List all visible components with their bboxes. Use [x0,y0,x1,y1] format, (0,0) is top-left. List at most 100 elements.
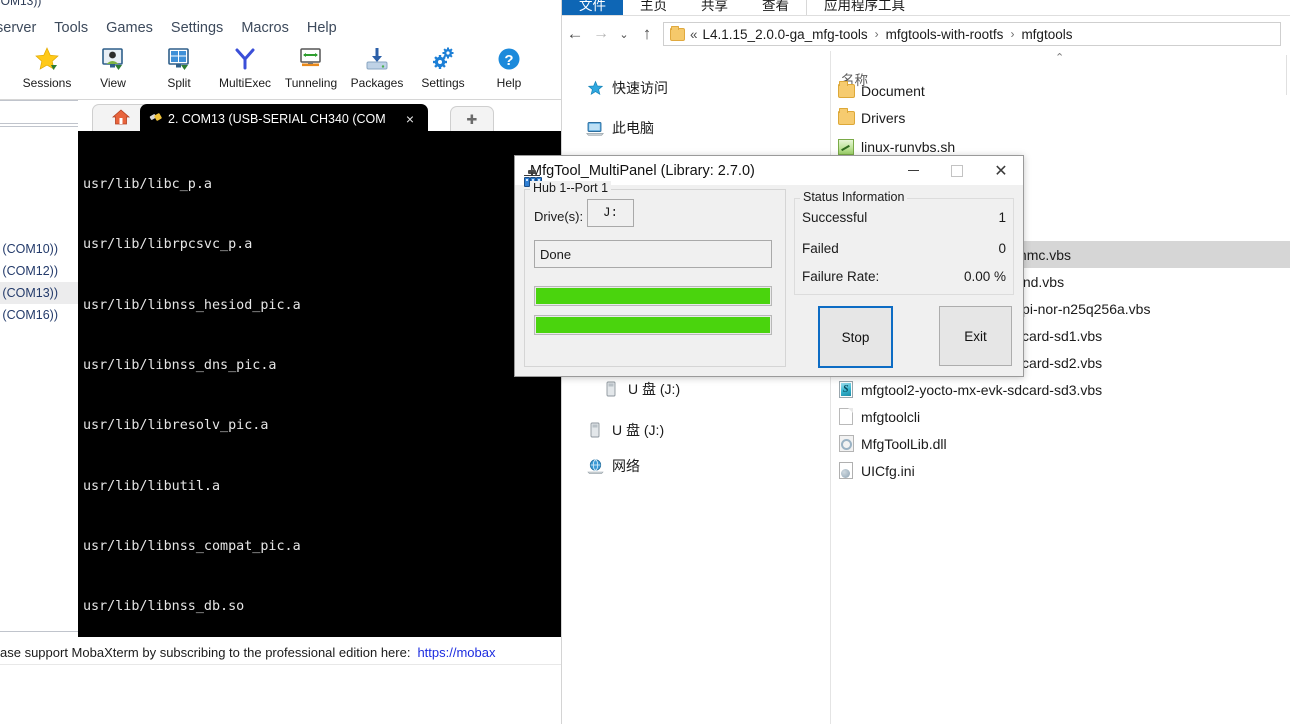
minimize-icon[interactable] [891,156,935,185]
toolbar-button-split[interactable]: Split [146,41,212,90]
toolbar-button-help[interactable]: ? Help [476,41,542,90]
file-list-pane[interactable]: ⌃ 名称 修 DocumentDriverslinux-runvbs.shlin… [831,51,1290,724]
breadcrumb-overflow-icon[interactable]: « [690,27,698,42]
file-list-item[interactable]: Smfgtool2-yocto-mx-evk-sdcard-sd3.vbs [831,376,1290,403]
nav-item-label: 此电脑 [612,120,654,136]
usb-drive-icon [584,422,606,438]
menu-item-macros[interactable]: Macros [232,20,298,36]
terminal-line: usr/lib/libnss_compat_pic.a [83,538,301,554]
menu-item-tools[interactable]: Tools [45,20,97,36]
mobaxterm-toolbar: Sessions View Split MultiExec Tunneling … [0,41,561,100]
ribbon-tab-home[interactable]: 主页 [623,0,684,15]
toolbar-button-sessions[interactable]: Sessions [14,41,80,90]
toolbar-label-view: View [100,76,126,90]
shell-script-icon [831,138,861,155]
nav-item-9[interactable]: U 盘 (J:) [562,374,830,404]
file-name: UICfg.ini [861,462,915,479]
branch-y-icon [232,44,258,74]
nag-link[interactable]: https://mobax [417,645,495,660]
toolbar-button-packages[interactable]: Packages [344,41,410,90]
menu-item-server[interactable]: server [0,20,45,36]
menu-item-settings[interactable]: Settings [162,20,232,36]
sidebar-session-tree[interactable] [0,126,80,632]
new-tab-button[interactable]: ✚ [450,106,494,133]
breadcrumb-item-3[interactable]: mfgtools [1021,27,1072,42]
file-list-item[interactable]: mfgtoolcli [831,403,1290,430]
breadcrumb-item-2[interactable]: mfgtools-with-rootfs [886,27,1004,42]
folder-icon [831,107,861,125]
nav-item-10[interactable]: U 盘 (J:) [562,415,830,445]
nav-item-11[interactable]: 网络 [562,451,830,481]
navigation-pane: 快速访问此电脑本地磁盘 (C:)软件 (D:)文档 (E:)视频 (F:)项目 … [562,51,831,724]
tunnel-arrows-icon [298,44,324,74]
session-item-com12[interactable]: 0 (COM12)) [0,260,78,282]
terminal-line: usr/lib/libnss_hesiod_pic.a [83,297,301,313]
network-icon [584,458,606,474]
menu-item-games[interactable]: Games [97,20,162,36]
nav-item-1[interactable]: 此电脑 [562,113,830,143]
explorer-ribbon-tabs: 文件 主页 共享 查看 应用程序工具 [562,0,1290,15]
ribbon-tab-application-tools[interactable]: 应用程序工具 [807,0,922,15]
status-row-failed: Failed 0 [802,241,1006,256]
status-row-failure-rate: Failure Rate: 0.00 % [802,269,1006,284]
ribbon-tab-share[interactable]: 共享 [684,0,745,15]
mfgtool-title-text: MfgTool_MultiPanel (Library: 2.7.0) [530,162,755,179]
session-item-com10[interactable]: 0 (COM10)) [0,238,78,260]
progress-bar-secondary [534,315,772,335]
toolbar-label-help: Help [496,76,522,90]
mfgtool-port-group: Hub 1--Port 1 Drive(s): J: Done [524,181,786,367]
file-list-item[interactable]: MfgToolLib.dll [831,430,1290,457]
progress-bar-primary [534,286,772,306]
nag-text: ase support MobaXterm by subscribing to … [0,644,411,660]
status-label-failed: Failed [802,241,839,256]
ribbon-tab-file[interactable]: 文件 [562,0,623,15]
status-label-failure-rate: Failure Rate: [802,269,880,284]
star-pin-icon [584,80,606,97]
breadcrumb-item-1[interactable]: L4.1.15_2.0.0-ga_mfg-tools [703,27,868,42]
mobaxterm-window: (COM13)) server Tools Games Settings Mac… [0,0,561,724]
split-screen-icon [166,44,192,74]
terminal-output[interactable]: usr/lib/libc_p.a usr/lib/librpcsvc_p.a u… [78,131,561,637]
vbscript-icon: S [831,381,861,398]
file-list-item[interactable]: Drivers [831,104,1290,131]
progress-bar-secondary-fill [536,317,770,333]
file-list-item[interactable]: UICfg.ini [831,457,1290,484]
toolbar-button-view[interactable]: View [80,41,146,90]
usb-drive-icon [600,381,622,397]
toolbar-button-tunneling[interactable]: Tunneling [278,41,344,90]
exit-button[interactable]: Exit [939,306,1012,366]
toolbar-button-settings[interactable]: Settings [410,41,476,90]
mobaxterm-title-fragment: (COM13)) [0,0,561,14]
close-icon[interactable]: ✕ [979,156,1023,185]
address-bar[interactable]: « L4.1.15_2.0.0-ga_mfg-tools › mfgtools-… [663,22,1281,46]
breadcrumb-separator[interactable]: › [1010,27,1014,41]
status-information-group: Status Information Successful 1 Failed 0… [794,189,1014,295]
session-item-com16[interactable]: 0 (COM16)) [0,304,78,326]
mfgtool-dialog[interactable]: MfgTool_MultiPanel (Library: 2.7.0) ✕ Hu… [514,155,1024,377]
home-icon [111,108,131,131]
toolbar-button-multiexec[interactable]: MultiExec [212,41,278,90]
back-icon[interactable]: ← [562,21,588,47]
nav-item-0[interactable]: 快速访问 [562,73,830,103]
nav-item-label: 快速访问 [612,80,668,96]
tab-com13-label: 2. COM13 (USB-SERIAL CH340 (COM [168,111,386,126]
recent-locations-chevron-down-icon[interactable]: ⌄ [614,21,634,47]
sort-ascending-icon[interactable]: ⌃ [1055,51,1064,64]
file-list-item[interactable]: Document [831,77,1290,104]
folder-icon [670,25,685,41]
breadcrumb-separator[interactable]: › [875,27,879,41]
monitor-user-icon [100,44,126,74]
menu-item-help[interactable]: Help [298,20,346,36]
stop-button[interactable]: Stop [818,306,893,368]
status-group-label: Status Information [800,190,908,204]
tab-close-icon[interactable]: × [406,111,414,127]
maximize-icon[interactable] [935,156,979,185]
sidebar-search-box[interactable] [0,100,80,124]
up-icon[interactable]: ↑ [634,21,660,47]
ribbon-tab-view[interactable]: 查看 [745,0,806,15]
forward-icon[interactable]: → [588,21,614,47]
session-item-com13[interactable]: 0 (COM13)) [0,282,78,304]
tab-com13[interactable]: 2. COM13 (USB-SERIAL CH340 (COM × [140,104,428,133]
mobaxterm-menubar[interactable]: server Tools Games Settings Macros Help [0,16,561,40]
nav-item-label: U 盘 (J:) [628,381,681,397]
